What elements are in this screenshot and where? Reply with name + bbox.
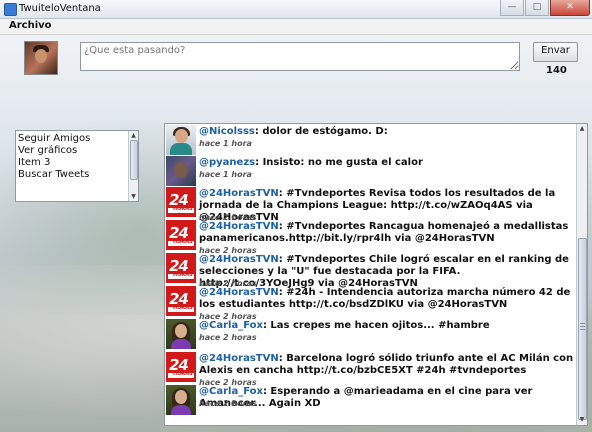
current-user-avatar xyxy=(24,41,58,75)
scroll-up-arrow-icon[interactable]: ▲ xyxy=(130,132,137,139)
tweet-text: @24HorasTVN: Barcelona logró sólido triu… xyxy=(199,353,574,376)
options-list-scrollbar[interactable]: ▲ ▼ xyxy=(128,131,138,201)
menu-bar: Archivo xyxy=(0,19,592,35)
timeline-list[interactable]: @Nicolsss: dolor de estógamo. D: hace 1 … xyxy=(164,123,588,426)
tweet-user[interactable]: @Nicolsss xyxy=(199,126,255,137)
tweet-time: hace 1 hora xyxy=(199,170,252,179)
24horas-logo-icon: 24 HORAS xyxy=(166,220,196,250)
title-bar: TwuiteloVentana — □ ✕ xyxy=(0,0,592,19)
app-icon xyxy=(4,3,17,16)
list-item-seguir-amigos[interactable]: Seguir Amigos xyxy=(18,133,90,144)
tweet-user[interactable]: @24HorasTVN xyxy=(199,221,279,232)
tweet-user[interactable]: @Carla_Fox xyxy=(199,320,263,331)
user-avatar xyxy=(166,385,196,415)
tweet-user[interactable]: @pyanezs xyxy=(199,157,255,168)
24horas-logo-icon: 24 HORAS xyxy=(166,352,196,382)
tweet-user[interactable]: @24HorasTVN xyxy=(199,254,279,265)
tweet-text: @Carla_Fox: Las crepes me hacen ojitos..… xyxy=(199,320,490,331)
send-button[interactable]: Envar xyxy=(533,42,578,62)
tweet-user[interactable]: @24HorasTVN xyxy=(199,353,279,364)
tweet-time: hace 1 hora xyxy=(199,139,252,148)
scroll-down-arrow-icon[interactable]: ▼ xyxy=(130,193,137,200)
menu-archivo[interactable]: Archivo xyxy=(9,20,52,31)
window-controls: — □ ✕ xyxy=(499,0,590,16)
24horas-logo-icon: 24 HORAS xyxy=(166,187,196,217)
tweet-user[interactable]: @24HorasTVN xyxy=(199,188,279,199)
24horas-logo-icon: 24 HORAS xyxy=(166,253,196,283)
scroll-thumb[interactable] xyxy=(578,238,587,420)
character-counter: 140 xyxy=(546,65,567,76)
tweet-text: @24HorasTVN: #24h - Intendencia autoriza… xyxy=(199,287,571,310)
24horas-logo-icon: 24 HORAS xyxy=(166,286,196,316)
list-item-buscar-tweets[interactable]: Buscar Tweets xyxy=(18,169,89,180)
user-avatar xyxy=(166,156,196,186)
tweet-text: @pyanezs: Insisto: no me gusta el calor xyxy=(199,157,423,168)
list-item-ver-graficos[interactable]: Ver gráficos xyxy=(18,145,77,156)
status-input[interactable] xyxy=(80,42,520,71)
tweet-text: @24HorasTVN: #Tvndeportes Rancagua homen… xyxy=(199,221,569,244)
minimize-button[interactable]: — xyxy=(500,0,524,16)
list-item-item-3[interactable]: Item 3 xyxy=(18,157,50,168)
maximize-button[interactable]: □ xyxy=(525,0,549,16)
main-panel: Envar 140 Seguir Amigos Ver gráficos Ite… xyxy=(0,35,592,432)
scroll-down-arrow-icon[interactable]: ▼ xyxy=(578,416,586,424)
tweet-user[interactable]: @24HorasTVN xyxy=(199,287,279,298)
user-avatar xyxy=(166,319,196,349)
tweet-text: @Nicolsss: dolor de estógamo. D: xyxy=(199,126,388,137)
user-avatar xyxy=(166,125,196,155)
scroll-up-arrow-icon[interactable]: ▲ xyxy=(578,125,586,133)
scroll-thumb[interactable] xyxy=(130,140,138,180)
tweet-user[interactable]: @Carla_Fox xyxy=(199,386,263,397)
close-button[interactable]: ✕ xyxy=(550,0,590,16)
tweet-time: hace 2 horas xyxy=(199,333,257,342)
window-title: TwuiteloVentana xyxy=(19,3,101,14)
timeline-scrollbar[interactable]: ▲ ▼ xyxy=(576,124,587,425)
options-list[interactable]: Seguir Amigos Ver gráficos Item 3 Buscar… xyxy=(15,130,139,202)
tweet-time: hace 2 horas xyxy=(199,399,257,408)
